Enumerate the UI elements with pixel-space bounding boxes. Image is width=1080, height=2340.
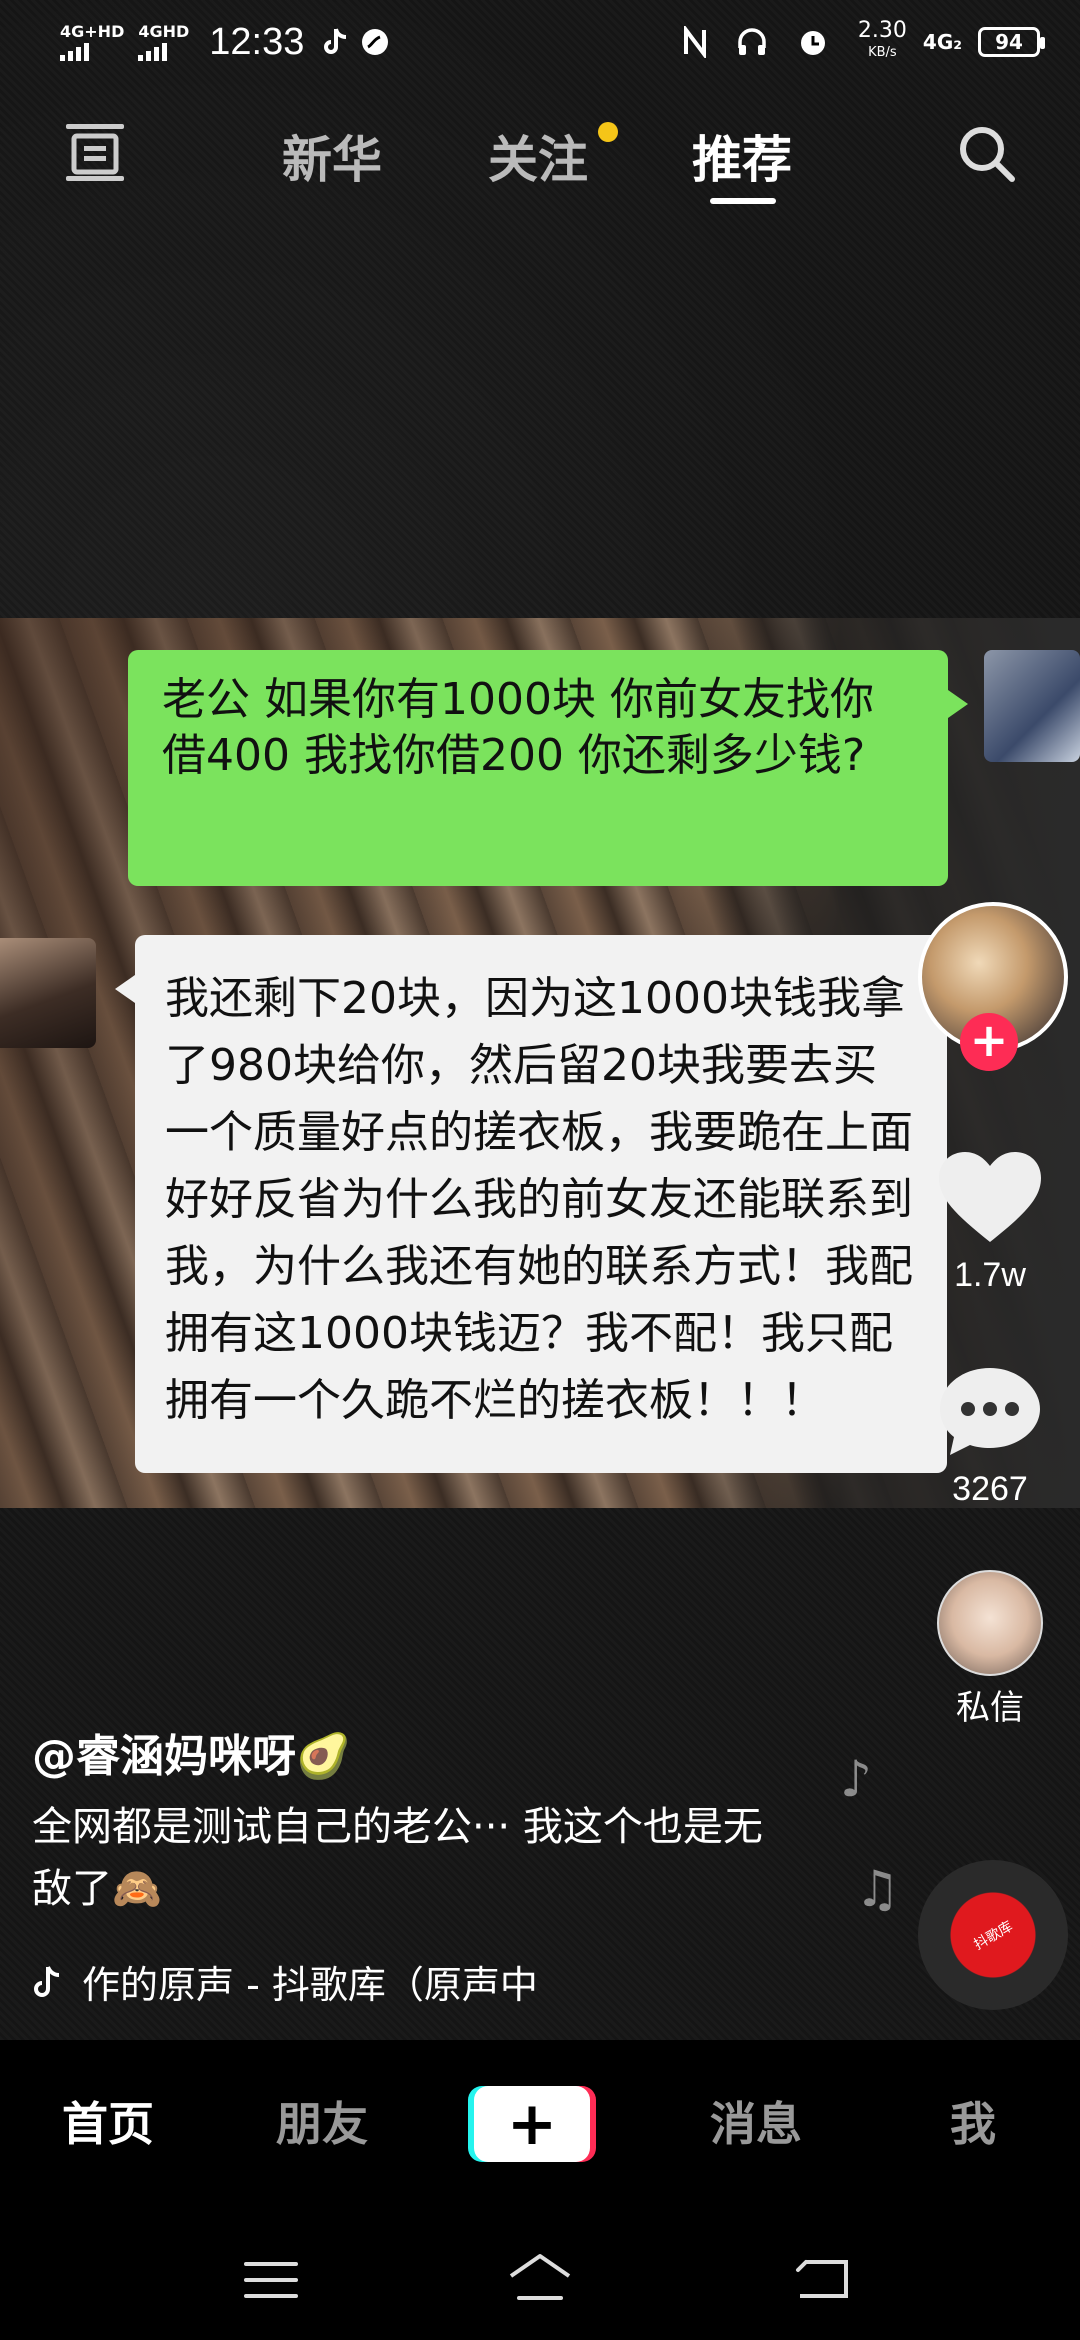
tab-me[interactable]: 我: [950, 2088, 996, 2154]
comment-button[interactable]: 3267: [925, 1362, 1055, 1509]
alarm-icon: [796, 25, 830, 59]
author-handle[interactable]: @睿涵妈咪呀🥑: [32, 1720, 351, 1784]
plus-icon: +: [506, 2089, 558, 2159]
like-count: 1.7w: [954, 1256, 1026, 1294]
comment-icon: [940, 1368, 1040, 1455]
chat-avatar-receiver: [0, 938, 96, 1048]
home-icon[interactable]: [505, 2250, 575, 2310]
menu-icon[interactable]: [236, 2250, 306, 2310]
headphones-icon: [736, 26, 768, 58]
bottom-tab-bar: 首页 朋友 + 消息 我: [0, 2040, 1080, 2220]
tiktok-icon: [322, 27, 348, 57]
signal-indicator-1: 4G+HD: [60, 23, 124, 61]
battery-level: 94: [995, 30, 1023, 54]
like-button[interactable]: 1.7w: [925, 1148, 1055, 1295]
signal-indicator-2: 4GHD: [138, 23, 189, 61]
tab-recommended[interactable]: 推荐: [692, 120, 792, 192]
browser-icon: [360, 27, 390, 57]
tab-friends[interactable]: 朋友: [276, 2088, 368, 2154]
follow-button[interactable]: +: [960, 1013, 1018, 1071]
notification-dot: [598, 122, 618, 142]
comment-count: 3267: [952, 1470, 1028, 1508]
chat-avatar-sender: [984, 650, 1080, 762]
music-title: 作的原声 - 抖歌库（原声中: [82, 1963, 538, 2007]
disc-label: 抖歌库: [971, 1918, 1016, 1954]
music-disc-icon[interactable]: 抖歌库: [918, 1860, 1068, 2010]
video-caption: 全网都是测试自己的老公··· 我这个也是无敌了🙈: [32, 1804, 763, 1912]
dm-label: 私信: [956, 1689, 1024, 1727]
speed-value: 2.30: [857, 18, 907, 43]
heart-icon: [939, 1152, 1041, 1242]
music-info[interactable]: 作的原声 - 抖歌库（原声中: [32, 1954, 538, 2009]
direct-message-button[interactable]: 私信: [925, 1570, 1055, 1729]
status-bar: 4G+HD 4GHD 12:33 2.30 KB/s 4G₂ 94: [0, 0, 1080, 84]
back-icon[interactable]: [790, 2250, 860, 2310]
system-navigation-bar: [0, 2220, 1080, 2340]
floating-note-icon: ♪: [840, 1750, 872, 1808]
music-note-icon: [34, 1965, 60, 1997]
clock: 12:33: [209, 20, 305, 63]
active-tab-indicator: [710, 198, 776, 204]
dm-avatar: [937, 1570, 1043, 1676]
tab-home[interactable]: 首页: [62, 2088, 154, 2154]
floating-note-icon-2: ♫: [855, 1860, 900, 1918]
nfc-icon: [682, 26, 708, 58]
speed-unit: KB/s: [868, 45, 897, 60]
chat-bubble-sent: 老公 如果你有1000块 你前女友找你借400 我找你借200 你还剩多少钱?: [128, 650, 968, 886]
create-post-button[interactable]: +: [474, 2086, 590, 2162]
live-tv-icon[interactable]: [60, 116, 130, 186]
network-label-1: 4G+HD: [60, 22, 125, 41]
tab-messages[interactable]: 消息: [710, 2088, 802, 2154]
network-label-2: 4GHD: [138, 22, 190, 41]
top-nav: 新华 关注 推荐: [0, 100, 1080, 210]
search-icon[interactable]: [955, 122, 1019, 186]
network-label-3: 4G₂: [922, 30, 962, 54]
network-speed: 2.30 KB/s: [858, 20, 907, 64]
battery-icon: 94: [978, 27, 1045, 57]
tab-following[interactable]: 关注: [488, 120, 588, 192]
tab-xinhua[interactable]: 新华: [282, 120, 382, 192]
chat-bubble-received: 我还剩下20块，因为这1000块钱我拿了980块给你，然后留20块我要去买一个质…: [115, 935, 947, 1473]
